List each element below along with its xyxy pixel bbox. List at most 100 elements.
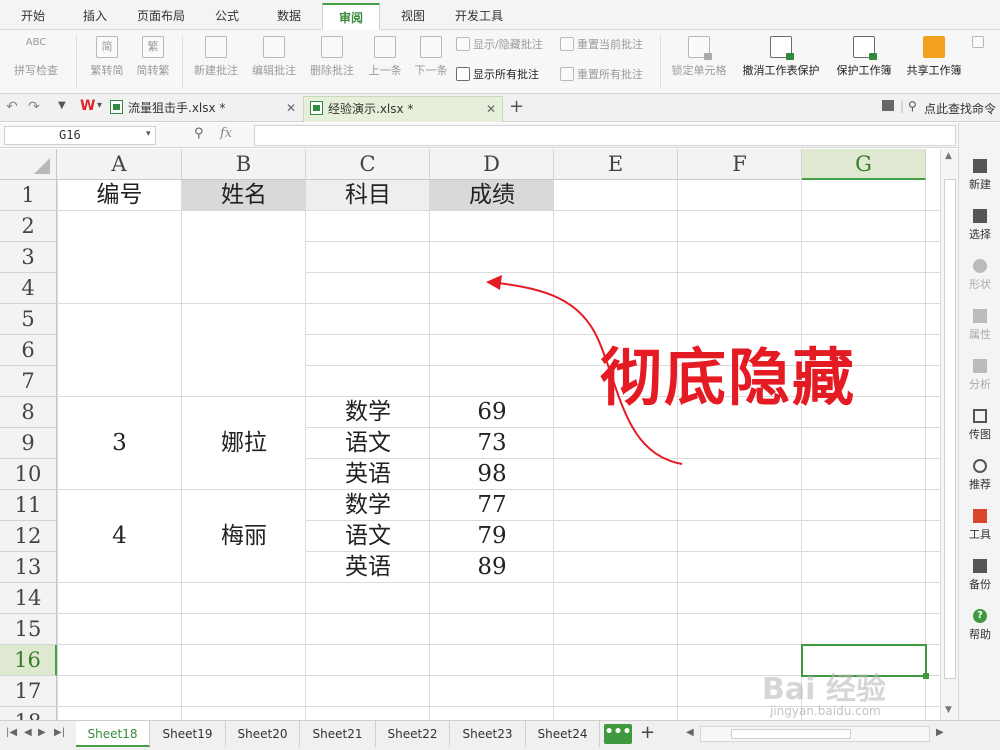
prev-comment-button[interactable]: 上一条 xyxy=(362,30,408,78)
fx-icon[interactable]: fx xyxy=(220,126,232,141)
protect-workbook-button[interactable]: 保护工作簿 xyxy=(830,30,898,78)
reset-all-comments-button[interactable]: 重置所有批注 xyxy=(560,66,643,82)
tab-insert[interactable]: 插入 xyxy=(72,3,118,30)
window-icon[interactable] xyxy=(882,100,894,111)
search-command-field[interactable]: 点此查找命令 xyxy=(924,100,996,117)
tab-data[interactable]: 数据 xyxy=(266,3,312,30)
show-all-comments-icon xyxy=(456,67,470,81)
watermark-url: jingyan.baidu.com xyxy=(770,704,881,718)
close-icon[interactable]: ✕ xyxy=(286,96,296,120)
taskpane-upload-image[interactable]: 传图 xyxy=(959,409,1000,442)
excel-file-icon xyxy=(110,100,123,114)
sheet-tab-bar: |◀ ◀ ▶ ▶| Sheet18 Sheet19 Sheet20 Sheet2… xyxy=(0,720,1000,750)
taskpane-label: 属性 xyxy=(969,328,991,341)
scroll-down-icon[interactable]: ▼ xyxy=(945,705,952,715)
tab-review[interactable]: 审阅 xyxy=(322,3,380,30)
sheet-tab-sheet21[interactable]: Sheet21 xyxy=(300,721,376,747)
new-comment-icon xyxy=(205,36,227,58)
spell-check-icon: ABC xyxy=(25,37,47,48)
more-sheets-button[interactable]: ••• xyxy=(604,724,632,744)
backup-icon xyxy=(973,559,987,573)
tab-home[interactable]: 开始 xyxy=(10,3,56,30)
show-all-comments-button[interactable]: 显示所有批注 xyxy=(456,66,539,82)
doc-tab-file-2[interactable]: 经验演示.xlsx * ✕ xyxy=(303,96,503,122)
show-hide-comment-button[interactable]: 显示/隐藏批注 xyxy=(456,36,543,52)
close-icon[interactable]: ✕ xyxy=(486,97,496,121)
lock-cell-icon xyxy=(688,36,712,60)
unprotect-sheet-button[interactable]: 撤消工作表保护 xyxy=(736,30,826,78)
dropdown-icon[interactable]: ▼ xyxy=(58,100,66,111)
spell-check-button[interactable]: ABC 拼写检查 xyxy=(6,30,66,78)
formula-bar: G16 ▾ ⚲ fx xyxy=(0,123,958,148)
show-all-comments-label: 显示所有批注 xyxy=(473,68,539,81)
trad-to-simp-button[interactable]: 简 繁转简 xyxy=(84,30,130,78)
last-sheet-icon[interactable]: ▶| xyxy=(54,727,65,738)
first-sheet-icon[interactable]: |◀ xyxy=(6,727,17,738)
taskpane-tools[interactable]: 工具 xyxy=(959,509,1000,542)
spreadsheet-grid[interactable]: ABCDEFG 123456789101112131415161718 编号姓名… xyxy=(0,149,940,720)
taskpane-properties[interactable]: 属性 xyxy=(959,309,1000,342)
trad-to-simp-icon: 简 xyxy=(96,36,118,58)
sheet-tab-sheet23[interactable]: Sheet23 xyxy=(450,721,526,747)
more-icon[interactable] xyxy=(972,36,992,50)
taskpane-label: 分析 xyxy=(969,378,991,391)
edit-comment-button[interactable]: 编辑批注 xyxy=(246,30,302,78)
tab-page-layout[interactable]: 页面布局 xyxy=(130,3,192,30)
sheet-tab-sheet19[interactable]: Sheet19 xyxy=(150,721,226,747)
sheet-tab-sheet22[interactable]: Sheet22 xyxy=(376,721,450,747)
tab-view[interactable]: 视图 xyxy=(390,3,436,30)
name-box[interactable]: G16 xyxy=(4,126,156,145)
workbook-lock-icon xyxy=(853,36,877,60)
taskpane-analyze[interactable]: 分析 xyxy=(959,359,1000,392)
search-icon[interactable]: ⚲ xyxy=(908,99,917,113)
tab-developer[interactable]: 开发工具 xyxy=(446,3,512,30)
taskpane-label: 备份 xyxy=(969,578,991,591)
prev-sheet-icon[interactable]: ◀ xyxy=(24,727,32,738)
formula-input[interactable] xyxy=(254,125,956,146)
scroll-right-icon[interactable]: ▶ xyxy=(936,727,944,738)
undo-icon[interactable]: ↶ xyxy=(6,99,18,115)
menu-bar: 开始 插入 页面布局 公式 数据 审阅 视图 开发工具 xyxy=(0,0,1000,30)
reset-current-comment-button[interactable]: 重置当前批注 xyxy=(560,36,643,52)
taskpane-new[interactable]: 新建 xyxy=(959,159,1000,192)
horizontal-scrollbar[interactable] xyxy=(700,726,930,742)
add-tab-icon[interactable]: + xyxy=(509,96,524,117)
tab-formulas[interactable]: 公式 xyxy=(204,3,250,30)
sheet-tab-sheet20[interactable]: Sheet20 xyxy=(226,721,300,747)
ribbon-divider xyxy=(660,36,661,88)
scroll-thumb[interactable] xyxy=(731,729,851,739)
help-icon: ? xyxy=(973,609,987,623)
share-workbook-icon xyxy=(923,36,945,58)
simp-to-trad-icon: 繁 xyxy=(142,36,164,58)
new-comment-label: 新建批注 xyxy=(194,64,238,77)
next-comment-button[interactable]: 下一条 xyxy=(408,30,454,78)
taskpane-help[interactable]: ? 帮助 xyxy=(959,609,1000,642)
delete-comment-button[interactable]: 删除批注 xyxy=(304,30,360,78)
zoom-search-icon[interactable]: ⚲ xyxy=(194,126,204,141)
share-workbook-button[interactable]: 共享工作簿 xyxy=(900,30,968,78)
scroll-left-icon[interactable]: ◀ xyxy=(686,727,694,738)
taskpane-shape[interactable]: 形状 xyxy=(959,259,1000,292)
ribbon-divider xyxy=(182,36,183,88)
sheet-tab-sheet24[interactable]: Sheet24 xyxy=(526,721,600,747)
vertical-scrollbar[interactable]: ▲ ▼ xyxy=(940,149,958,720)
taskpane-select[interactable]: 选择 xyxy=(959,209,1000,242)
scroll-thumb[interactable] xyxy=(944,179,956,679)
redo-icon[interactable]: ↷ xyxy=(28,99,40,115)
doc-tab-file-1[interactable]: 流量狙击手.xlsx * ✕ xyxy=(104,96,302,122)
new-doc-icon xyxy=(973,159,987,173)
simp-to-trad-button[interactable]: 繁 简转繁 xyxy=(130,30,176,78)
chevron-down-icon[interactable]: ▾ xyxy=(97,100,102,111)
sheet-tab-sheet18[interactable]: Sheet18 xyxy=(76,721,150,747)
add-sheet-button[interactable]: + xyxy=(640,722,655,743)
new-comment-button[interactable]: 新建批注 xyxy=(188,30,244,78)
next-sheet-icon[interactable]: ▶ xyxy=(38,727,46,738)
share-workbook-label: 共享工作簿 xyxy=(906,64,962,77)
namebox-dropdown-icon[interactable]: ▾ xyxy=(146,129,151,139)
taskpane-backup[interactable]: 备份 xyxy=(959,559,1000,592)
lock-cell-button[interactable]: 锁定单元格 xyxy=(666,30,732,78)
edit-comment-label: 编辑批注 xyxy=(252,64,296,77)
reset-current-comment-label: 重置当前批注 xyxy=(577,38,643,51)
scroll-up-icon[interactable]: ▲ xyxy=(945,151,952,161)
taskpane-recommend[interactable]: 推荐 xyxy=(959,459,1000,492)
